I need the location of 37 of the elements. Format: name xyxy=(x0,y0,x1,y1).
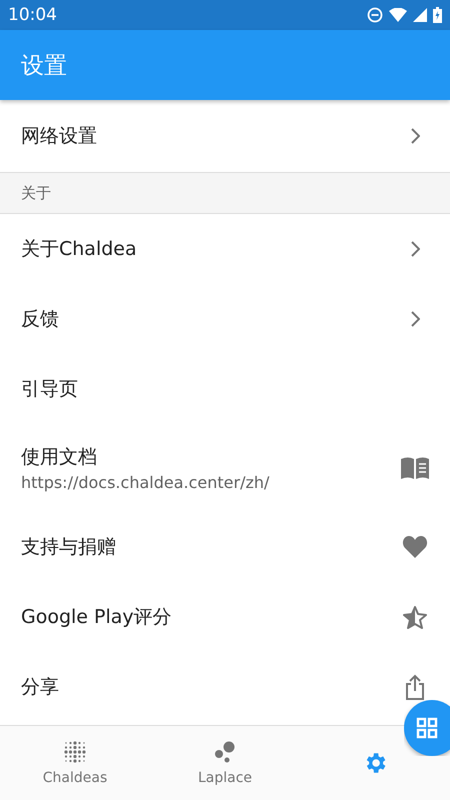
status-time: 10:04 xyxy=(8,5,57,25)
item-title: 分享 xyxy=(21,675,60,700)
settings-item[interactable]: Google Play评分 xyxy=(0,582,450,652)
battery-charging-icon xyxy=(433,7,442,23)
share-icon xyxy=(405,674,425,700)
wifi-icon xyxy=(389,8,407,22)
settings-item[interactable]: 引导页 xyxy=(0,354,450,424)
grid-button[interactable] xyxy=(404,700,450,756)
item-title: 支持与捐赠 xyxy=(21,535,117,560)
page-title: 设置 xyxy=(21,52,67,80)
chevron-right-icon xyxy=(410,311,420,327)
half-star-icon xyxy=(403,606,427,628)
settings-item[interactable]: 网络设置 xyxy=(0,100,450,172)
item-url: https://docs.chaldea.center/zh/ xyxy=(21,473,270,492)
settings-item[interactable]: 支持与捐赠 xyxy=(0,512,450,582)
item-title: 网络设置 xyxy=(21,124,98,149)
nav-tab[interactable]: Chaldeas xyxy=(0,726,150,800)
circles-icon xyxy=(213,740,237,764)
chevron-right-icon xyxy=(410,128,420,144)
do-not-disturb-icon xyxy=(367,7,383,23)
grid-icon xyxy=(416,717,438,739)
item-title: 引导页 xyxy=(21,377,79,402)
settings-item[interactable]: 反馈 xyxy=(0,284,450,354)
signal-icon xyxy=(413,8,427,22)
item-title: Google Play评分 xyxy=(21,605,173,630)
book-icon xyxy=(400,457,430,479)
item-title: 反馈 xyxy=(21,307,60,332)
nav-tab[interactable]: Laplace xyxy=(150,726,300,800)
chevron-right-icon xyxy=(410,241,420,257)
item-title: 关于Chaldea xyxy=(21,237,138,262)
dot-grid-icon xyxy=(63,740,87,764)
section-header: 关于 xyxy=(21,184,51,202)
settings-item[interactable]: 分享 xyxy=(0,652,450,722)
item-title: 使用文档 xyxy=(21,445,98,470)
heart-icon xyxy=(402,535,428,559)
settings-item[interactable]: 使用文档 https://docs.chaldea.center/zh/ xyxy=(0,424,450,512)
settings-item[interactable]: 关于Chaldea xyxy=(0,214,450,284)
